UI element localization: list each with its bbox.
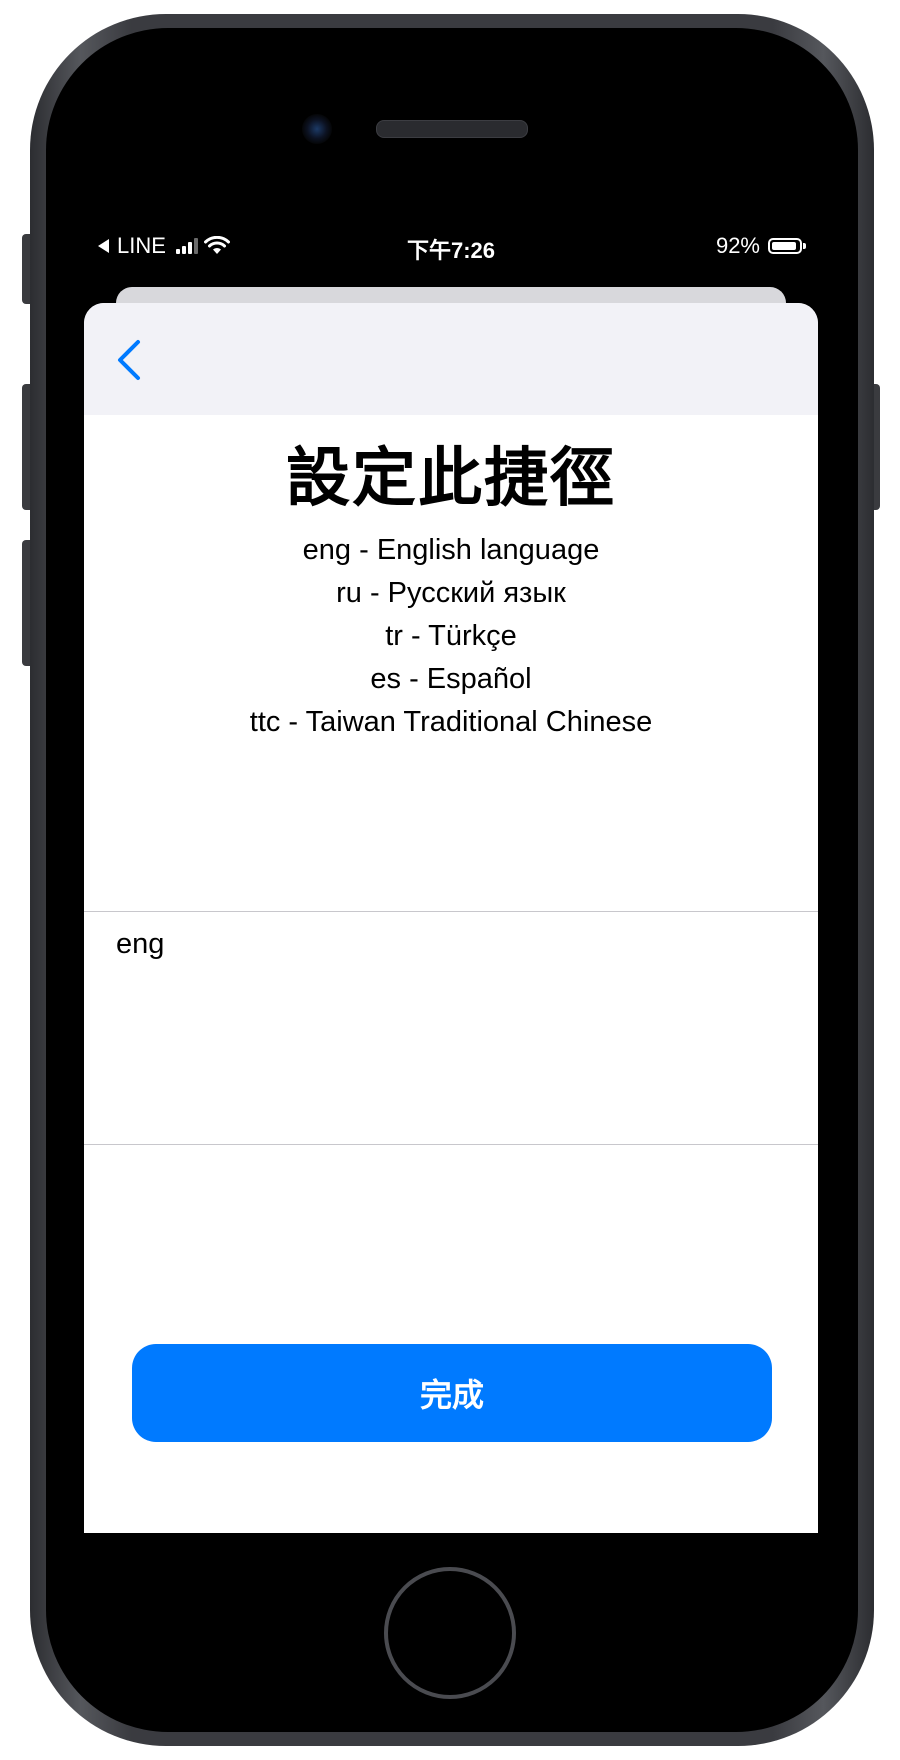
input-bottom-divider	[84, 1144, 818, 1145]
description-line: eng - English language	[302, 534, 600, 566]
sheet-navigation-bar	[84, 303, 818, 415]
battery-percent: 92%	[715, 233, 760, 258]
status-time: 下午7:26	[406, 238, 496, 263]
battery-icon	[768, 238, 806, 254]
earpiece-speaker	[376, 120, 528, 138]
page-title: 設定此捷徑	[286, 442, 616, 514]
status-bar: LINE 下午7:26 92%	[84, 225, 818, 269]
front-camera	[302, 114, 332, 144]
home-button[interactable]	[384, 1567, 516, 1699]
description-line: es - Español	[370, 663, 532, 695]
done-button[interactable]: 完成	[132, 1344, 772, 1442]
shortcut-setup-sheet: 設定此捷徑 eng - English language ru - Русски…	[84, 303, 818, 1533]
description-line: ttc - Taiwan Traditional Chinese	[249, 706, 653, 738]
device-mockup: LINE 下午7:26 92% 設定此捷徑 eng - English lang…	[0, 0, 900, 1760]
status-bar-right: 92%	[715, 233, 806, 259]
description-line: ru - Русский язык	[336, 577, 566, 609]
phone-screen: LINE 下午7:26 92% 設定此捷徑 eng - English lang…	[84, 225, 818, 1533]
battery-level	[772, 242, 796, 250]
language-code-input[interactable]: eng	[84, 912, 818, 1144]
shortcut-description: eng - English language ru - Русский язык…	[84, 529, 818, 744]
chevron-left-icon[interactable]	[110, 335, 150, 385]
description-line: tr - Türkçe	[385, 620, 517, 652]
